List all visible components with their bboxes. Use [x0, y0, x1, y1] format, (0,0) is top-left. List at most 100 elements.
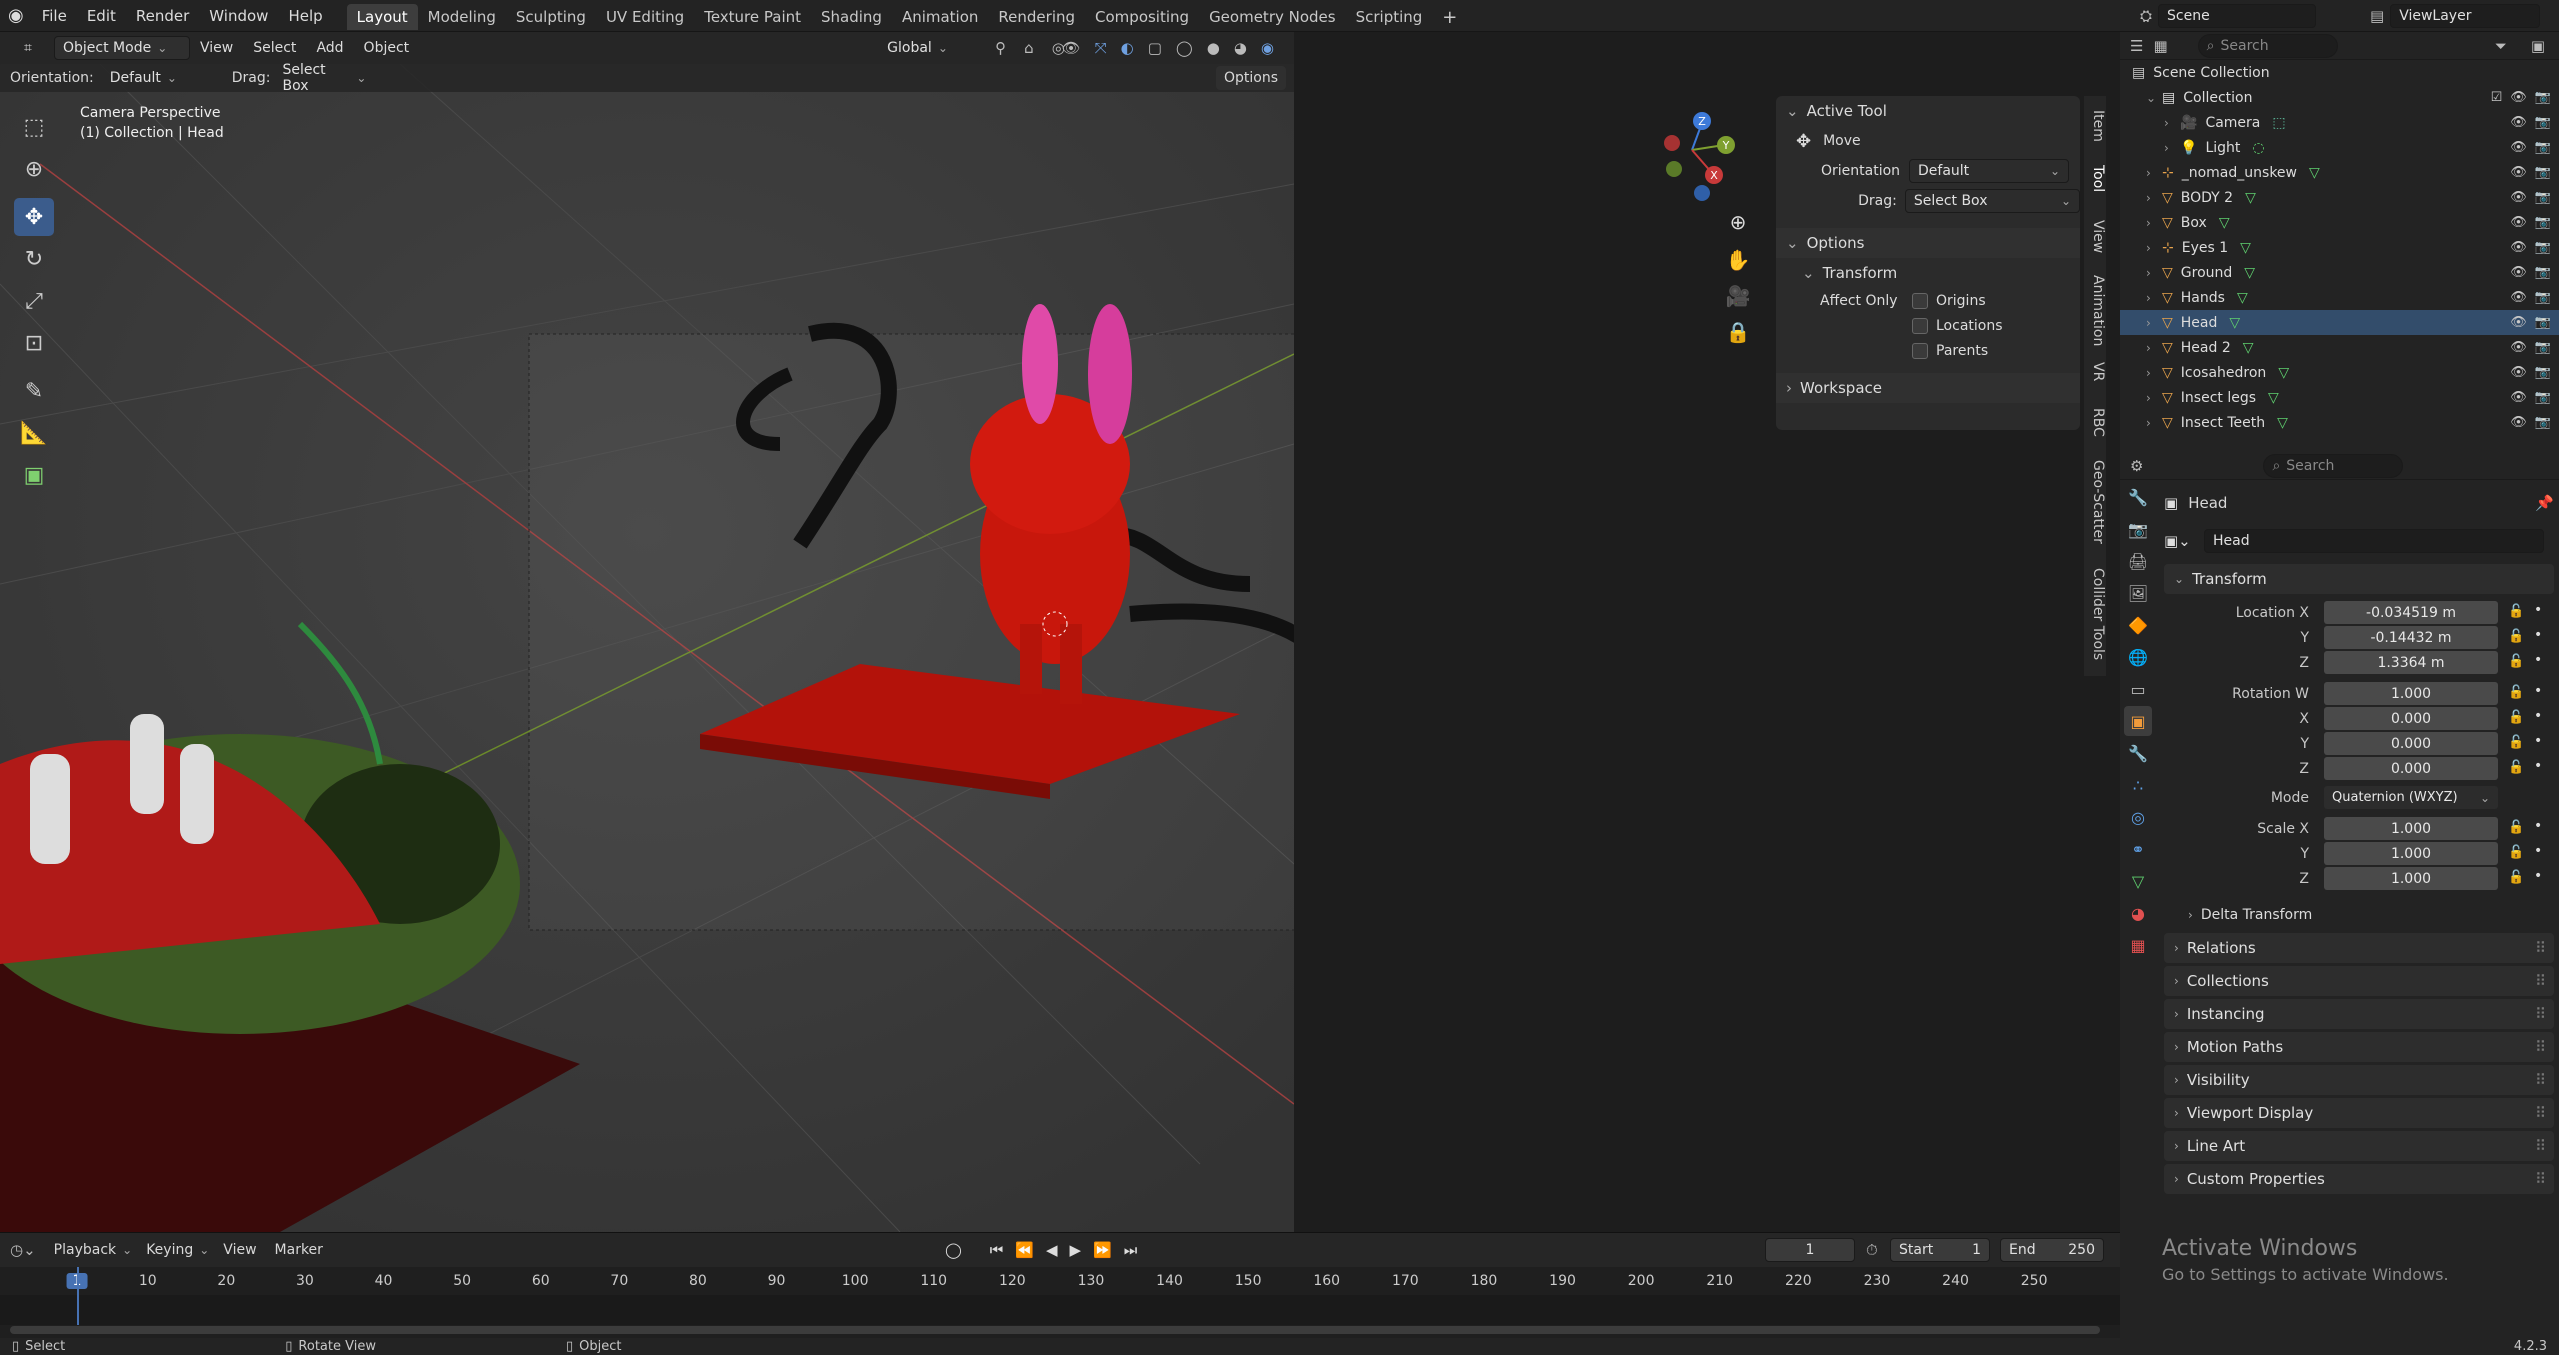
tab-modeling[interactable]: Modeling: [418, 4, 506, 30]
data-tab-icon[interactable]: ▽: [2124, 866, 2152, 896]
sidebar-tab-rbc[interactable]: RBC: [2090, 408, 2106, 437]
sidebar-tab-view[interactable]: View: [2090, 220, 2106, 253]
snap-icon[interactable]: ⌂: [1024, 39, 1034, 57]
transform-tool-icon[interactable]: ⊡: [14, 324, 54, 362]
visibility-eye-icon[interactable]: 👁: [2510, 90, 2527, 105]
tab-uv-editing[interactable]: UV Editing: [596, 4, 694, 30]
tab-layout[interactable]: Layout: [346, 4, 418, 30]
render-camera-icon[interactable]: 📷: [2535, 340, 2551, 355]
render-camera-icon[interactable]: 📷: [2535, 190, 2551, 205]
outliner-row[interactable]: › ⊹ _nomad_unskew ▽ 👁 📷: [2120, 160, 2559, 185]
keyframe-dot-icon[interactable]: •: [2534, 627, 2542, 643]
mesh-data-icon[interactable]: ⬚: [2272, 115, 2285, 131]
editor-type-button[interactable]: ⌗: [8, 36, 48, 60]
physics-tab-icon[interactable]: ◎: [2124, 802, 2152, 832]
render-camera-icon[interactable]: 📷: [2535, 365, 2551, 380]
playback-menu[interactable]: Playback: [54, 1242, 133, 1258]
visibility-eye-icon[interactable]: 👁: [2510, 240, 2527, 255]
keying-menu[interactable]: Keying: [146, 1242, 209, 1258]
outliner-row[interactable]: › 🎥 Camera ⬚ 👁 📷: [2120, 110, 2559, 135]
end-frame-field[interactable]: End 250: [2000, 1238, 2104, 1262]
mesh-data-icon[interactable]: ▽: [2268, 390, 2279, 406]
render-camera-icon[interactable]: 📷: [2535, 140, 2551, 155]
mesh-data-icon[interactable]: ▽: [2277, 415, 2288, 431]
drag-handle-icon[interactable]: ⠿: [2535, 1137, 2546, 1155]
property-section-header[interactable]: › Visibility ⠿: [2164, 1065, 2554, 1095]
mesh-data-icon[interactable]: ▽: [2240, 240, 2251, 256]
location-z-field[interactable]: 1.3364 m: [2324, 651, 2498, 674]
options-button[interactable]: Options: [1216, 66, 1286, 90]
object-mode-dropdown[interactable]: Object Mode: [54, 36, 190, 60]
expand-right-icon[interactable]: ›: [2146, 316, 2162, 330]
transform-orientation-dropdown[interactable]: Global: [879, 36, 979, 60]
rotation-mode-dropdown[interactable]: Quaternion (WXYZ): [2324, 786, 2498, 809]
filter-icon[interactable]: ⏷: [2495, 37, 2507, 55]
navigation-gizmo[interactable]: Z Y X: [1650, 105, 1740, 205]
mesh-data-icon[interactable]: ▽: [2309, 165, 2320, 181]
render-camera-icon[interactable]: 📷: [2535, 290, 2551, 305]
mesh-data-icon[interactable]: ▽: [2278, 365, 2289, 381]
move-tool-icon[interactable]: ✥: [14, 198, 54, 236]
constraints-tab-icon[interactable]: ⚭: [2124, 834, 2152, 864]
jump-end-icon[interactable]: ⏭: [1124, 1241, 1138, 1259]
orientation-setting-dropdown[interactable]: Default: [102, 66, 222, 90]
np-orientation-dropdown[interactable]: Default: [1909, 159, 2069, 183]
drag-handle-icon[interactable]: ⠿: [2535, 1104, 2546, 1122]
lock-icon[interactable]: 🔓: [2508, 845, 2524, 860]
sidebar-tab-animation[interactable]: Animation: [2090, 275, 2106, 346]
menu-window[interactable]: Window: [199, 0, 278, 32]
scene-name-field[interactable]: Scene: [2158, 4, 2317, 28]
properties-search-input[interactable]: ⌕ Search: [2263, 453, 2404, 478]
expand-right-icon[interactable]: ›: [2146, 216, 2162, 230]
visibility-icon[interactable]: 👁: [1062, 39, 1081, 57]
sidebar-tab-tool[interactable]: Tool: [2090, 165, 2106, 192]
timeline-scrollbar[interactable]: [10, 1326, 2100, 1334]
view-layer-selector[interactable]: ▤ ViewLayer: [2370, 3, 2541, 29]
annotate-tool-icon[interactable]: ✎: [14, 372, 54, 410]
expand-right-icon[interactable]: ›: [2146, 191, 2162, 205]
visibility-eye-icon[interactable]: 👁: [2510, 315, 2527, 330]
visibility-eye-icon[interactable]: 👁: [2510, 215, 2527, 230]
options-section-header[interactable]: ⌄ Options: [1776, 228, 2080, 258]
expand-right-icon[interactable]: ›: [2146, 291, 2162, 305]
scale-x-field[interactable]: 1.000: [2324, 817, 2498, 840]
parents-checkbox[interactable]: [1912, 342, 1928, 359]
property-section-header[interactable]: › Relations ⠿: [2164, 933, 2554, 963]
visibility-eye-icon[interactable]: 👁: [2510, 390, 2527, 405]
transform-subsection-header[interactable]: ⌄ Transform: [1776, 258, 2080, 288]
tab-animation[interactable]: Animation: [892, 4, 988, 30]
3d-viewport[interactable]: [0, 64, 1294, 1232]
tab-geometry-nodes[interactable]: Geometry Nodes: [1199, 4, 1346, 30]
expand-down-icon[interactable]: ⌄: [2146, 91, 2162, 105]
object-data-icon[interactable]: ▣⌄: [2164, 532, 2198, 550]
world-tab-icon[interactable]: 🌐: [2124, 642, 2152, 672]
drag-handle-icon[interactable]: ⠿: [2535, 1038, 2546, 1056]
workspace-section-header[interactable]: › Workspace: [1776, 373, 2080, 403]
mesh-data-icon[interactable]: ◌: [2252, 140, 2264, 156]
tab-texture-paint[interactable]: Texture Paint: [694, 4, 811, 30]
menu-file[interactable]: File: [32, 0, 77, 32]
expand-right-icon[interactable]: ›: [2146, 341, 2162, 355]
expand-right-icon[interactable]: ›: [2146, 416, 2162, 430]
mesh-data-icon[interactable]: ▽: [2237, 290, 2248, 306]
mesh-data-icon[interactable]: ▽: [2244, 265, 2255, 281]
outliner-row[interactable]: › ▽ Insect Teeth ▽ 👁 📷: [2120, 410, 2559, 435]
rotation-w-field[interactable]: 1.000: [2324, 682, 2498, 705]
material-shading-icon[interactable]: ◕: [1234, 39, 1247, 57]
drag-handle-icon[interactable]: ⠿: [2535, 1005, 2546, 1023]
wireframe-shading-icon[interactable]: ◯: [1176, 39, 1193, 57]
expand-right-icon[interactable]: ›: [2164, 141, 2180, 155]
select-box-tool-icon[interactable]: ⬚: [14, 108, 54, 146]
rendered-shading-icon[interactable]: ◉: [1261, 39, 1274, 57]
tab-scripting[interactable]: Scripting: [1346, 4, 1433, 30]
pan-hand-icon[interactable]: ✋: [1720, 248, 1756, 272]
current-frame-field[interactable]: 1: [1765, 1238, 1855, 1262]
timeline-editor-icon[interactable]: ◷⌄: [10, 1241, 36, 1259]
visibility-eye-icon[interactable]: 👁: [2510, 265, 2527, 280]
visibility-eye-icon[interactable]: 👁: [2510, 190, 2527, 205]
object-tab-icon[interactable]: ▣: [2124, 706, 2152, 736]
render-camera-icon[interactable]: 📷: [2535, 215, 2551, 230]
solid-shading-icon[interactable]: ●: [1207, 39, 1220, 57]
gizmo-icon[interactable]: ⤧: [1095, 39, 1107, 57]
property-section-header[interactable]: › Line Art ⠿: [2164, 1131, 2554, 1161]
